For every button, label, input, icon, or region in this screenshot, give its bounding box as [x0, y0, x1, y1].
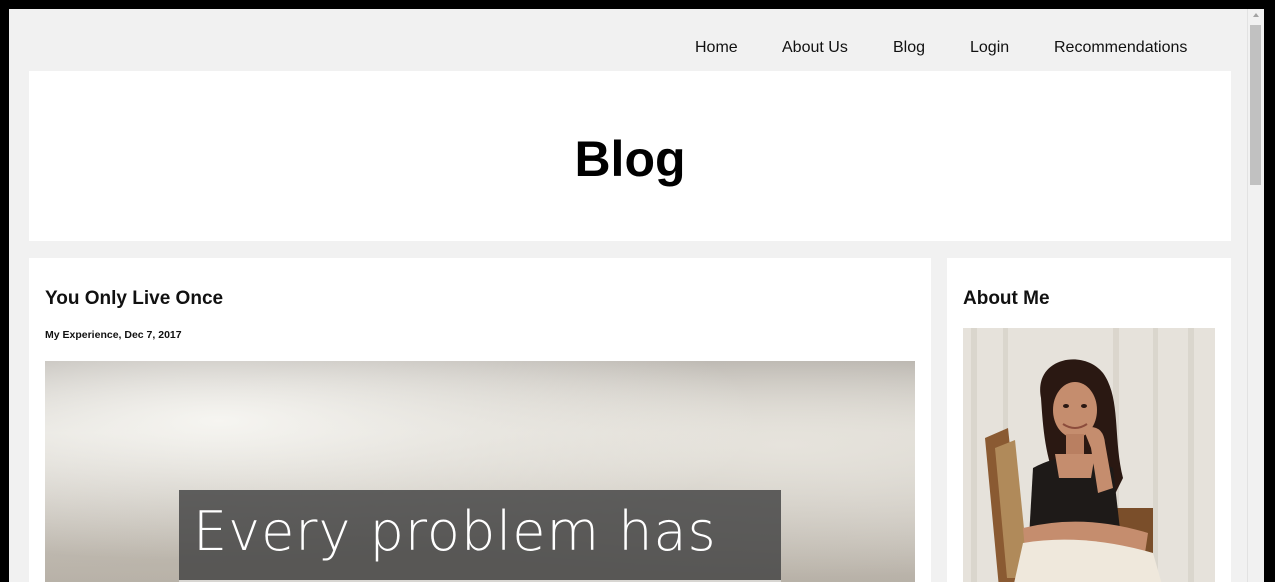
woman-portrait-icon — [963, 328, 1215, 582]
blog-post-card: You Only Live Once My Experience, Dec 7,… — [29, 258, 931, 582]
scroll-up-arrow-icon[interactable] — [1253, 13, 1259, 17]
nav-blog-link[interactable]: Blog — [893, 39, 925, 57]
sidebar-about-card: About Me — [947, 258, 1231, 582]
sidebar-title: About Me — [963, 288, 1050, 309]
nav-login-link[interactable]: Login — [970, 39, 1009, 57]
about-me-photo — [963, 328, 1215, 582]
image-caption-text: Every problem has — [193, 500, 717, 563]
post-image: Every problem has — [45, 361, 915, 582]
post-meta: My Experience, Dec 7, 2017 — [45, 329, 182, 341]
nav-about-us-link[interactable]: About Us — [782, 39, 848, 57]
post-title[interactable]: You Only Live Once — [45, 288, 223, 310]
window-frame-edge — [1264, 0, 1275, 582]
page-title: Blog — [574, 131, 686, 187]
browser-viewport: Home About Us Blog Login Recommendations… — [9, 9, 1247, 582]
vertical-scrollbar[interactable] — [1247, 9, 1264, 582]
page-header: Blog — [29, 71, 1231, 241]
nav-home-link[interactable]: Home — [695, 39, 738, 57]
nav-recommendations-link[interactable]: Recommendations — [1054, 39, 1187, 57]
scrollbar-thumb[interactable] — [1250, 25, 1261, 185]
top-navigation: Home About Us Blog Login Recommendations — [29, 9, 1231, 71]
